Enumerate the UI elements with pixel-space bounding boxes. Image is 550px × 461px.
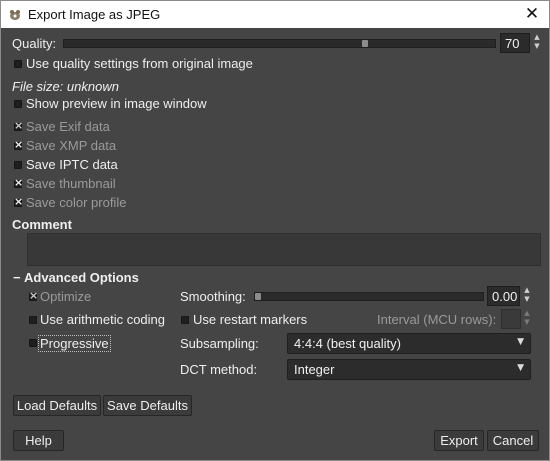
cancel-button[interactable]: Cancel bbox=[487, 430, 539, 451]
save-xmp-checkbox[interactable] bbox=[14, 138, 23, 151]
window-title: Export Image as JPEG bbox=[28, 7, 161, 22]
save-thumbnail-checkbox[interactable] bbox=[14, 176, 23, 189]
smoothing-slider[interactable] bbox=[254, 292, 484, 301]
advanced-expander-icon[interactable]: − bbox=[13, 270, 21, 285]
interval-label: Interval (MCU rows): bbox=[377, 312, 497, 327]
quality-slider[interactable] bbox=[63, 39, 496, 48]
restart-markers-checkbox[interactable] bbox=[181, 316, 189, 324]
use-quality-original-label[interactable]: Use quality settings from original image bbox=[26, 56, 253, 71]
save-xmp-label[interactable]: Save XMP data bbox=[26, 138, 116, 153]
save-exif-checkbox[interactable] bbox=[14, 119, 23, 132]
save-thumbnail-label[interactable]: Save thumbnail bbox=[26, 176, 116, 191]
restart-markers-label[interactable]: Use restart markers bbox=[193, 312, 307, 327]
show-preview-label[interactable]: Show preview in image window bbox=[26, 96, 207, 111]
show-preview-checkbox[interactable] bbox=[14, 100, 22, 108]
title-bar: Export Image as JPEG ✕ bbox=[1, 1, 549, 28]
spin-down-icon[interactable]: ▼ bbox=[531, 42, 543, 51]
quality-label: Quality: bbox=[12, 36, 57, 51]
spin-down-icon[interactable]: ▼ bbox=[521, 318, 533, 327]
save-exif-label[interactable]: Save Exif data bbox=[26, 119, 110, 134]
save-defaults-button[interactable]: Save Defaults bbox=[103, 395, 192, 416]
close-icon[interactable]: ✕ bbox=[518, 3, 546, 25]
chevron-down-icon: ▼ bbox=[517, 363, 524, 373]
spin-down-icon[interactable]: ▼ bbox=[521, 295, 533, 304]
smoothing-value: 0.00 bbox=[492, 289, 518, 304]
comment-textarea[interactable] bbox=[27, 233, 541, 266]
save-color-profile-checkbox[interactable] bbox=[14, 195, 23, 208]
quality-spin-arrows[interactable]: ▲ ▼ bbox=[531, 33, 543, 51]
smoothing-spin-arrows[interactable]: ▲ ▼ bbox=[521, 286, 533, 304]
dct-method-label: DCT method: bbox=[180, 362, 258, 377]
use-quality-original-checkbox[interactable] bbox=[14, 60, 22, 68]
quality-slider-handle[interactable] bbox=[362, 40, 368, 47]
subsampling-dropdown[interactable]: 4:4:4 (best quality) ▼ bbox=[287, 333, 531, 354]
gimp-icon bbox=[8, 8, 22, 21]
interval-spin-arrows[interactable]: ▲ ▼ bbox=[521, 309, 533, 327]
comment-heading: Comment bbox=[12, 217, 72, 232]
optimize-checkbox[interactable] bbox=[29, 289, 38, 302]
file-size-label: File size: unknown bbox=[12, 79, 119, 94]
export-button[interactable]: Export bbox=[434, 430, 484, 451]
subsampling-selected: 4:4:4 (best quality) bbox=[294, 336, 401, 351]
progressive-label[interactable]: Progressive bbox=[38, 335, 111, 352]
interval-spinbox[interactable] bbox=[501, 309, 521, 329]
save-iptc-checkbox[interactable] bbox=[14, 161, 22, 169]
smoothing-spinbox[interactable]: 0.00 bbox=[487, 286, 520, 306]
save-iptc-label[interactable]: Save IPTC data bbox=[26, 157, 118, 172]
advanced-options-heading[interactable]: Advanced Options bbox=[24, 270, 139, 285]
smoothing-slider-handle[interactable] bbox=[255, 293, 261, 300]
quality-value: 70 bbox=[505, 36, 520, 51]
export-jpeg-dialog: Export Image as JPEG ✕ Quality: 70 ▲ ▼ U… bbox=[0, 0, 550, 461]
dct-method-selected: Integer bbox=[294, 362, 335, 377]
arithmetic-coding-checkbox[interactable] bbox=[29, 316, 37, 324]
dialog-content: Quality: 70 ▲ ▼ Use quality settings fro… bbox=[1, 28, 549, 460]
dct-method-dropdown[interactable]: Integer ▼ bbox=[287, 359, 531, 380]
spin-up-icon[interactable]: ▲ bbox=[531, 33, 543, 42]
optimize-label[interactable]: Optimize bbox=[40, 289, 91, 304]
progressive-checkbox[interactable] bbox=[29, 339, 37, 347]
quality-spinbox[interactable]: 70 bbox=[500, 33, 530, 53]
smoothing-label: Smoothing: bbox=[180, 289, 246, 304]
spin-up-icon[interactable]: ▲ bbox=[521, 286, 533, 295]
help-button[interactable]: Help bbox=[13, 430, 64, 451]
save-color-profile-label[interactable]: Save color profile bbox=[26, 195, 126, 210]
chevron-down-icon: ▼ bbox=[517, 337, 524, 347]
subsampling-label: Subsampling: bbox=[180, 336, 259, 351]
load-defaults-button[interactable]: Load Defaults bbox=[13, 395, 101, 416]
arithmetic-coding-label[interactable]: Use arithmetic coding bbox=[40, 312, 165, 327]
spin-up-icon[interactable]: ▲ bbox=[521, 309, 533, 318]
